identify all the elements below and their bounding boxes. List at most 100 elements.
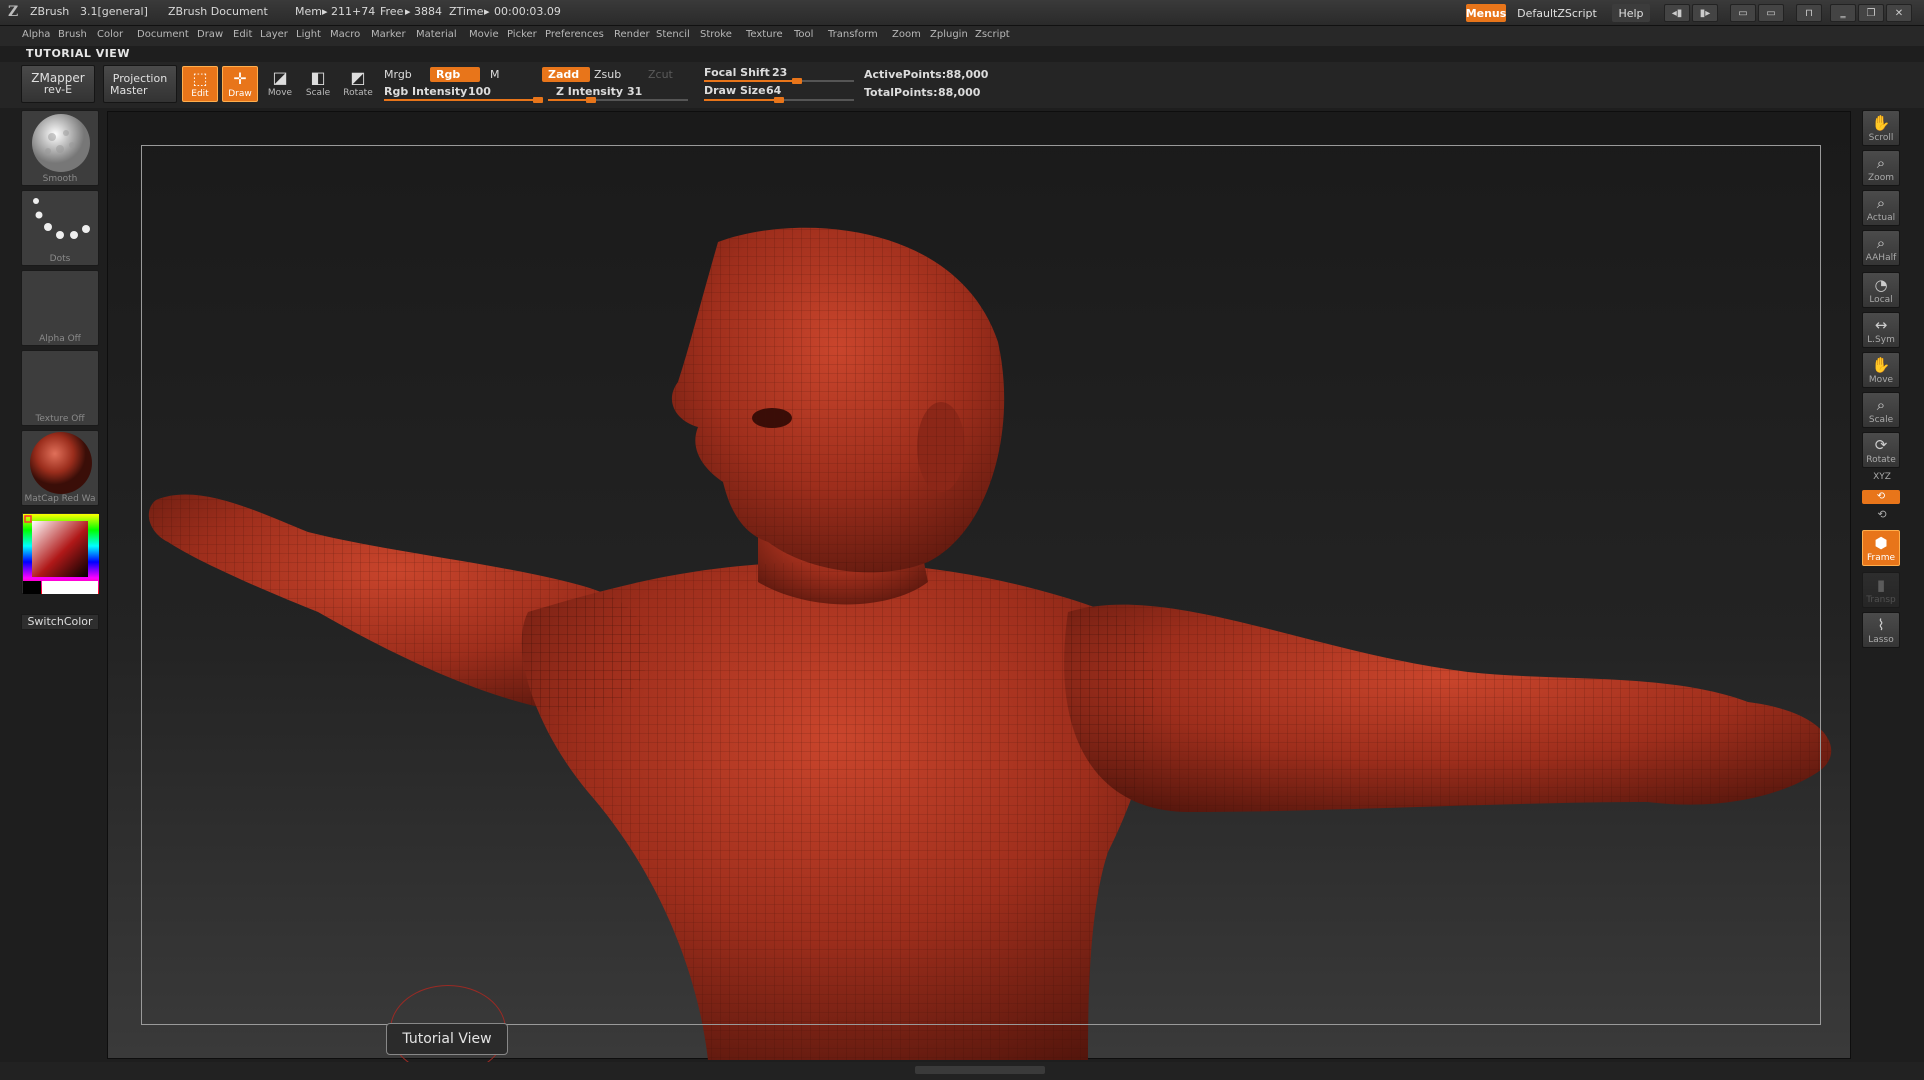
document-canvas[interactable] [107, 111, 1851, 1060]
z-intensity-value: 31 [627, 85, 643, 98]
actual-button[interactable]: ⌕ Actual [1862, 190, 1900, 226]
move-view-button[interactable]: ✋ Move [1862, 352, 1900, 388]
menu-brush[interactable]: Brush [58, 29, 87, 40]
lasso-label: Lasso [1868, 635, 1894, 645]
draw-size-slider[interactable] [704, 97, 854, 103]
mem-arrow-icon: ▸ [322, 5, 328, 18]
mem-value: 211+74 [331, 5, 376, 18]
menu-light[interactable]: Light [296, 29, 321, 40]
menu-picker[interactable]: Picker [507, 29, 537, 40]
zmapper-button[interactable]: ZMapper rev-E [21, 65, 95, 103]
minimize-icon[interactable]: ‗ [1830, 4, 1856, 22]
color-picker[interactable] [21, 512, 99, 594]
rgb-intensity-fill [384, 99, 538, 101]
layout-right-icon[interactable]: ▮▸ [1692, 4, 1718, 22]
focal-shift-slider[interactable] [704, 78, 854, 84]
bottom-tray-handle-icon[interactable] [915, 1066, 1045, 1074]
draw-button[interactable]: ✛ Draw [222, 66, 258, 102]
toolbar: ZMapper rev-E Projection Master ⬚ Edit ✛… [0, 62, 1924, 108]
scale-button[interactable]: ◧ Scale [300, 66, 336, 102]
menu-material[interactable]: Material [416, 29, 457, 40]
zadd-toggle[interactable]: Zadd [542, 67, 590, 82]
menu-edit[interactable]: Edit [233, 29, 252, 40]
draw-size-value: 64 [766, 84, 782, 97]
local-button[interactable]: ◔ Local [1862, 272, 1900, 308]
layout-left-icon[interactable]: ◂▮ [1664, 4, 1690, 22]
menu-layer[interactable]: Layer [260, 29, 288, 40]
menu-zoom[interactable]: Zoom [892, 29, 921, 40]
active-points-label: ActivePoints: [864, 68, 947, 81]
material-selector[interactable]: MatCap Red Wa [21, 430, 99, 506]
restore-icon[interactable]: ❐ [1858, 4, 1884, 22]
zoom-button[interactable]: ⌕ Zoom [1862, 150, 1900, 186]
menu-marker[interactable]: Marker [371, 29, 406, 40]
zoom-icon: ⌕ [1876, 154, 1886, 172]
aahalf-button[interactable]: ⌕ AAHalf [1862, 230, 1900, 266]
menu-movie[interactable]: Movie [469, 29, 499, 40]
menu-tool[interactable]: Tool [794, 29, 813, 40]
lasso-button[interactable]: ⌇ Lasso [1862, 612, 1900, 648]
default-zscript-button[interactable]: DefaultZScript [1508, 4, 1606, 22]
menu-draw[interactable]: Draw [197, 29, 223, 40]
menu-stencil[interactable]: Stencil [656, 29, 690, 40]
menu-macro[interactable]: Macro [330, 29, 360, 40]
rotate-view-button[interactable]: ⟳ Rotate [1862, 432, 1900, 468]
texture-selector[interactable]: Texture Off [21, 350, 99, 426]
move-view-label: Move [1868, 375, 1894, 385]
menu-render[interactable]: Render [614, 29, 650, 40]
z-intensity-slider[interactable] [548, 97, 688, 103]
y-axis-icon[interactable]: ⟲ [1862, 490, 1900, 504]
lsym-button[interactable]: ↔ L.Sym [1862, 312, 1900, 348]
menu-alpha[interactable]: Alpha [22, 29, 50, 40]
help-button[interactable]: Help [1612, 4, 1650, 22]
menu-zplugin[interactable]: Zplugin [930, 29, 968, 40]
menu-texture[interactable]: Texture [746, 29, 783, 40]
menu-preferences[interactable]: Preferences [545, 29, 604, 40]
brush-selector[interactable]: Smooth [21, 110, 99, 186]
stroke-selector[interactable]: Dots [21, 190, 99, 266]
rgb-intensity-slider[interactable] [384, 97, 543, 103]
scale-view-label: Scale [1868, 415, 1894, 425]
app-name: ZBrush [30, 5, 70, 18]
close-icon[interactable]: ✕ [1886, 4, 1912, 22]
free-label: Free [380, 5, 404, 18]
xyz-toggle[interactable]: XYZ [1866, 472, 1898, 484]
rgb-intensity-knob[interactable] [533, 97, 543, 103]
z-intensity-knob[interactable] [586, 97, 597, 103]
scale-view-button[interactable]: ⌕ Scale [1862, 392, 1900, 428]
m-toggle[interactable]: M [490, 68, 500, 81]
alpha-selector[interactable]: Alpha Off [21, 270, 99, 346]
menu-zscript[interactable]: Zscript [975, 29, 1010, 40]
lock-icon[interactable]: ⊓ [1796, 4, 1822, 22]
menu-transform[interactable]: Transform [828, 29, 878, 40]
projection-master-button[interactable]: Projection Master [103, 65, 177, 103]
menus-button[interactable]: Menus [1466, 4, 1506, 22]
rgb-intensity-value: 100 [468, 85, 491, 98]
focal-shift-knob[interactable] [792, 78, 802, 84]
free-arrow-icon: ▸ [405, 5, 411, 18]
switch-color-button[interactable]: SwitchColor [21, 614, 99, 630]
view-title: TUTORIAL VIEW [26, 47, 130, 60]
zsub-toggle[interactable]: Zsub [594, 68, 621, 81]
z-axis-icon[interactable]: ⟲ [1874, 508, 1890, 522]
rotate-icon: ◩ [350, 68, 366, 87]
menu-color[interactable]: Color [97, 29, 123, 40]
scale-label: Scale [305, 88, 331, 98]
aahalf-label: AAHalf [1865, 253, 1897, 263]
rgb-toggle[interactable]: Rgb [430, 67, 480, 82]
move-label: Move [267, 88, 293, 98]
draw-size-knob[interactable] [774, 97, 784, 103]
transp-button[interactable]: ▮ Transp [1862, 572, 1900, 608]
mrgb-toggle[interactable]: Mrgb [384, 68, 412, 81]
window-right-icon[interactable]: ▭ [1758, 4, 1784, 22]
move-button[interactable]: ◪ Move [262, 66, 298, 102]
rotate-button[interactable]: ◩ Rotate [340, 66, 376, 102]
zcut-toggle[interactable]: Zcut [648, 68, 673, 81]
document-name: ZBrush Document [168, 5, 268, 18]
scroll-button[interactable]: ✋ Scroll [1862, 110, 1900, 146]
frame-button[interactable]: ⬢ Frame [1862, 530, 1900, 566]
menu-stroke[interactable]: Stroke [700, 29, 732, 40]
edit-button[interactable]: ⬚ Edit [182, 66, 218, 102]
window-left-icon[interactable]: ▭ [1730, 4, 1756, 22]
menu-document[interactable]: Document [137, 29, 189, 40]
